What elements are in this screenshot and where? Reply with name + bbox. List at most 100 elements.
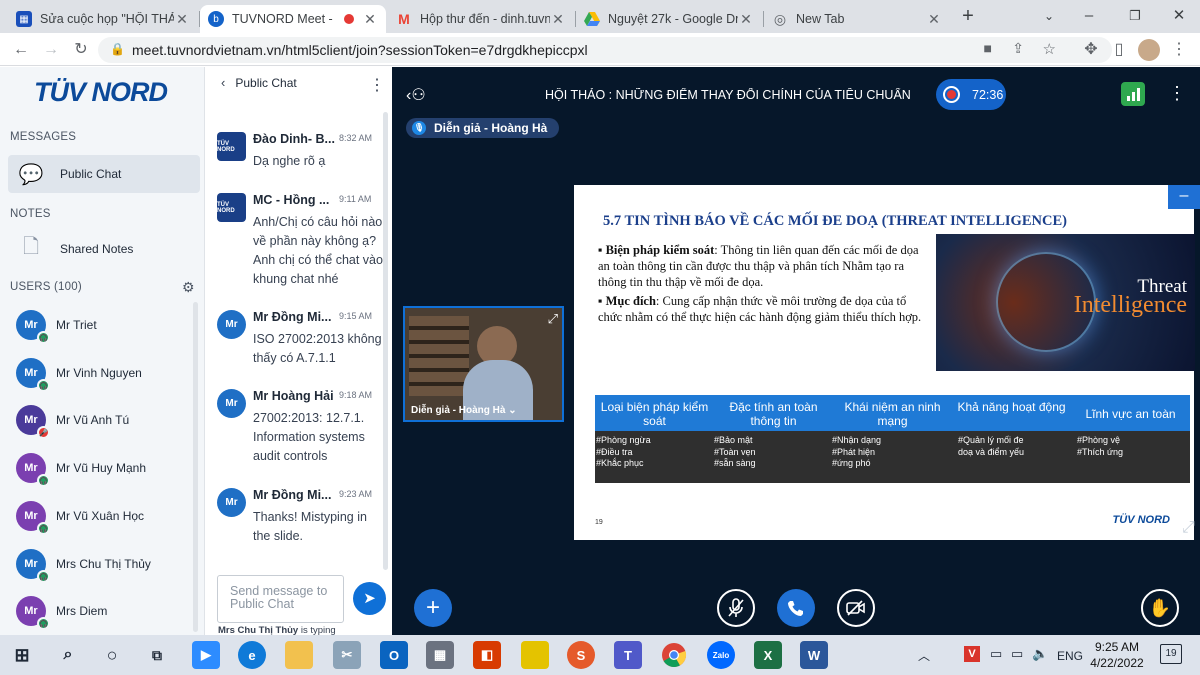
slide-bullet: ▪ Biện pháp kiểm soát: Thông tin liên qu… — [598, 243, 919, 289]
options-menu-icon[interactable]: ⋮ — [1168, 83, 1186, 104]
browser-menu-icon[interactable]: ⋮ — [1168, 39, 1190, 61]
zalo-icon[interactable]: Zalo — [707, 641, 735, 669]
fullscreen-presentation-icon[interactable]: ⤢ — [1182, 519, 1195, 537]
tab-tuvnord-meet[interactable]: b TUVNORD Meet - HỘ ✕ — [200, 5, 386, 33]
chat-message-input[interactable]: Send message to Public Chat — [217, 575, 344, 623]
notification-center-icon[interactable]: 19 — [1160, 644, 1182, 664]
minimize-presentation-button[interactable]: – — [1168, 185, 1200, 209]
sticky-notes-icon[interactable] — [521, 641, 549, 669]
slide-bullet: ▪ Mục đích: Cung cấp nhận thức về môi tr… — [598, 294, 922, 324]
message-time: 9:15 AM — [339, 311, 373, 321]
users-settings-gear-icon[interactable]: ⚙ — [182, 279, 195, 296]
actions-plus-button[interactable]: + — [414, 589, 452, 627]
message-text: Thanks! Mistyping in the slide. — [253, 510, 367, 543]
snipping-tool-icon[interactable]: ✂ — [333, 641, 361, 669]
user-list-scrollbar[interactable] — [193, 302, 198, 632]
address-bar[interactable]: 🔒 meet.tuvnordvietnam.vn/html5client/joi… — [98, 37, 1112, 63]
input-language[interactable]: ENG — [1057, 649, 1083, 663]
chrome-icon[interactable] — [660, 641, 688, 669]
task-view-icon[interactable]: ⧉ — [143, 641, 171, 669]
hand-icon: ✋ — [1148, 597, 1172, 618]
tab-new-tab[interactable]: ◎ New Tab ✕ — [764, 5, 950, 33]
calendar-favicon-icon: ▦ — [16, 11, 32, 27]
show-hidden-icons-chevron-icon[interactable]: ︿ — [918, 647, 930, 664]
close-tab-icon[interactable]: ✕ — [738, 11, 754, 28]
skype-icon[interactable]: S — [567, 641, 595, 669]
table-cell: #Phòng ngừa #Điều tra #Khắc phục — [596, 435, 651, 468]
slide-title: 5.7 TIN TÌNH BÁO VỀ CÁC MỐI ĐE DOẠ (THRE… — [603, 213, 1067, 229]
sidebar-item-public-chat[interactable]: 💬 Public Chat — [8, 155, 200, 193]
mute-microphone-button[interactable] — [717, 589, 755, 627]
windows-start-icon[interactable]: ⊞ — [8, 641, 36, 669]
new-tab-button[interactable]: + — [955, 4, 981, 28]
reload-icon[interactable]: ↻ — [70, 39, 92, 61]
raise-hand-button[interactable]: ✋ — [1141, 589, 1179, 627]
sidebar-item-shared-notes[interactable]: 🗋 Shared Notes — [8, 230, 200, 268]
avatar: Mr 🎧 — [16, 549, 50, 583]
attribute-table: Loại biện pháp kiểm soát Đặc tính an toà… — [595, 395, 1190, 483]
recording-indicator[interactable]: 72:36 — [936, 79, 1006, 110]
avatar: TÜV NORD — [217, 132, 246, 161]
edge-browser-icon[interactable]: e — [238, 641, 266, 669]
user-list-item[interactable]: Mr 🎧 Mr Vũ Xuân Học — [16, 498, 144, 535]
restore-button[interactable]: ❐ — [1122, 4, 1148, 28]
fullscreen-icon[interactable]: ⤢ — [548, 311, 558, 327]
tab-gmail-inbox[interactable]: M Hộp thư đến - dinh.tuvno ✕ — [388, 5, 574, 33]
share-icon[interactable]: ⇪ — [1012, 40, 1024, 57]
browser-toolbar: ← → ↻ 🔒 meet.tuvnordvietnam.vn/html5clie… — [0, 33, 1200, 66]
message-time: 9:11 AM — [339, 194, 372, 204]
send-message-button[interactable]: ➤ — [353, 582, 386, 615]
threat-intelligence-image: Threat Intelligence — [936, 234, 1195, 371]
zoom-app-icon[interactable]: ▶ — [192, 641, 220, 669]
taskbar-clock[interactable]: 9:25 AM 4/22/2022 — [1088, 639, 1146, 671]
chat-options-icon[interactable]: ⋮ — [369, 75, 385, 95]
user-list-item[interactable]: Mr 🎤 Mr Vũ Anh Tú — [16, 402, 129, 439]
teams-icon[interactable]: T — [614, 641, 642, 669]
tab-search-chevron-icon[interactable]: ⌄ — [1036, 4, 1062, 28]
bookmark-star-icon[interactable]: ☆ — [1043, 40, 1056, 58]
close-tab-icon[interactable]: ✕ — [362, 11, 378, 28]
webcam-video-tile[interactable]: ⤢ Diễn giả - Hoàng Hà ⌄ — [403, 306, 564, 422]
message-time: 8:32 AM — [339, 133, 373, 143]
tray-app-icon[interactable]: ▭ — [990, 646, 1002, 662]
word-icon[interactable]: W — [800, 641, 828, 669]
volume-icon[interactable]: 🔈 — [1032, 646, 1048, 662]
message-text: 27002:2013: 12.7.1. Information systems … — [253, 411, 365, 463]
tab-edit-meeting[interactable]: ▦ Sửa cuộc họp "HỘI THẢO ✕ — [8, 5, 198, 33]
avatar: Mr 🎧 — [16, 358, 50, 392]
close-tab-icon[interactable]: ✕ — [174, 11, 190, 28]
user-list-item[interactable]: Mr 🎧 Mrs Diem — [16, 593, 107, 630]
minimize-button[interactable]: – — [1076, 4, 1102, 28]
office-icon[interactable]: ◧ — [473, 641, 501, 669]
back-arrow-icon[interactable]: ← — [10, 39, 32, 61]
forward-arrow-icon[interactable]: → — [40, 39, 62, 61]
user-list-item[interactable]: Mr 🎧 Mr Vinh Nguyen — [16, 355, 142, 392]
chevron-left-icon[interactable]: ‹ — [221, 75, 225, 90]
excel-icon[interactable]: X — [754, 641, 782, 669]
share-webcam-button[interactable] — [837, 589, 875, 627]
close-tab-icon[interactable]: ✕ — [550, 11, 566, 28]
close-window-button[interactable]: ✕ — [1166, 4, 1192, 28]
battery-icon[interactable]: ▭ — [1011, 646, 1023, 662]
headset-status-icon: 🎧 — [37, 570, 50, 583]
cortana-icon[interactable]: ○ — [98, 641, 126, 669]
profile-avatar[interactable] — [1138, 39, 1160, 61]
extensions-puzzle-icon[interactable]: ✥ — [1080, 39, 1102, 61]
leave-audio-button[interactable] — [777, 589, 815, 627]
clock-time: 9:25 AM — [1094, 640, 1140, 654]
camera-in-use-icon[interactable]: ■ — [984, 40, 992, 56]
tab-google-drive[interactable]: Nguyệt 27k - Google Driv ✕ — [576, 5, 762, 33]
antivirus-tray-icon[interactable]: V — [964, 646, 980, 662]
file-explorer-icon[interactable] — [285, 641, 313, 669]
user-list-item[interactable]: Mr 🎧 Mrs Chu Thị Thủy — [16, 546, 151, 583]
connection-status-icon[interactable] — [1121, 82, 1145, 106]
outlook-icon[interactable]: O — [380, 641, 408, 669]
side-panel-icon[interactable]: ▯ — [1108, 39, 1130, 61]
user-list-item[interactable]: Mr 🎧 Mr Triet — [16, 307, 97, 344]
user-list-item[interactable]: Mr 🎧 Mr Vũ Huy Mạnh — [16, 450, 146, 487]
toggle-userlist-icon[interactable]: ‹⚇ — [406, 85, 426, 105]
calculator-icon[interactable]: ▦ — [426, 641, 454, 669]
search-icon[interactable]: ⌕ — [54, 641, 82, 669]
chat-scrollbar[interactable] — [383, 112, 388, 570]
close-tab-icon[interactable]: ✕ — [926, 11, 942, 28]
